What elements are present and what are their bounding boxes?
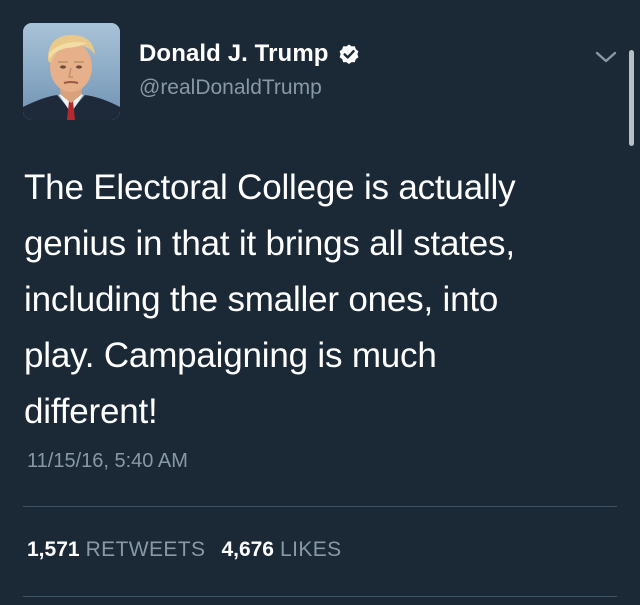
scrollbar[interactable] bbox=[629, 50, 634, 146]
likes-stat[interactable]: 4,676 LIKES bbox=[221, 538, 341, 562]
verified-badge-icon bbox=[339, 44, 358, 64]
divider bbox=[23, 506, 617, 507]
tweet-text-line: The Electoral College is actually bbox=[24, 168, 516, 207]
user-handle[interactable]: @realDonaldTrump bbox=[139, 76, 322, 100]
tweet-detail-screen: Donald J. Trump @realDonaldTrump The Ele… bbox=[0, 0, 640, 605]
tweet-text: The Electoral College is actually genius… bbox=[24, 160, 604, 440]
tweet-text-line: different! bbox=[24, 392, 158, 431]
tweet-text-line: genius in that it brings all states, bbox=[24, 224, 515, 263]
display-name[interactable]: Donald J. Trump bbox=[139, 40, 329, 68]
likes-count: 4,676 bbox=[221, 538, 274, 561]
chevron-down-icon[interactable] bbox=[594, 48, 618, 66]
divider bbox=[23, 596, 617, 597]
retweets-count: 1,571 bbox=[27, 538, 80, 561]
profile-photo bbox=[23, 23, 120, 120]
tweet-text-line: including the smaller ones, into bbox=[24, 280, 499, 319]
tweet-text-line: play. Campaigning is much bbox=[24, 336, 437, 375]
likes-label: LIKES bbox=[280, 538, 342, 561]
tweet-timestamp: 11/15/16, 5:40 AM bbox=[27, 450, 188, 472]
retweets-stat[interactable]: 1,571 RETWEETS bbox=[27, 538, 205, 562]
retweets-label: RETWEETS bbox=[85, 538, 206, 561]
tweet-stats: 1,571 RETWEETS 4,676 LIKES bbox=[27, 538, 342, 562]
avatar[interactable] bbox=[23, 23, 120, 120]
user-name-row[interactable]: Donald J. Trump bbox=[139, 38, 361, 70]
